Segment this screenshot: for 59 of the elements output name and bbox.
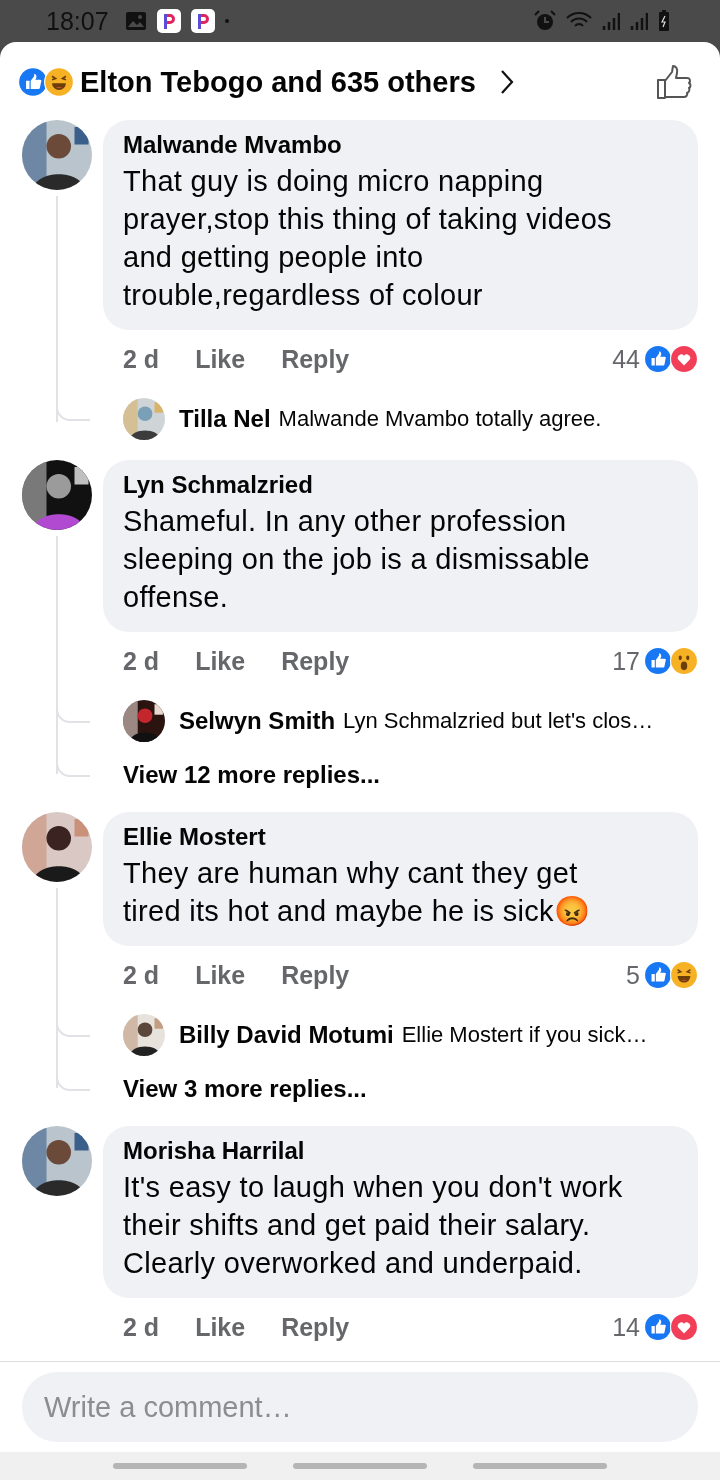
like-link[interactable]: Like [195, 646, 246, 676]
app-icon [156, 9, 181, 33]
comment-input-field[interactable]: Write a comment… [22, 1372, 698, 1442]
signal-icon [602, 11, 620, 31]
reply-link[interactable]: Reply [281, 960, 350, 990]
comment-time: 2 d [123, 1312, 160, 1342]
reply-text: Ellie Mostert if you sick… [401, 1022, 648, 1048]
comment-author[interactable]: Malwande Mvambo [123, 128, 638, 162]
like-reaction-icon [18, 67, 48, 97]
comment-author[interactable]: Morisha Harrilal [123, 1134, 638, 1168]
clock: 18:07 [46, 6, 109, 36]
nav-handle[interactable] [293, 1463, 427, 1469]
alarm-icon [534, 10, 556, 32]
reply-author[interactable]: Tilla Nel [179, 405, 271, 433]
view-more-replies-link[interactable]: View 3 more replies... [123, 1075, 367, 1103]
like-link[interactable]: Like [195, 1312, 246, 1342]
reaction-count[interactable]: 5 [626, 960, 640, 990]
reply-text: Malwande Mvambo totally agree. [278, 406, 602, 432]
nav-handle[interactable] [473, 1463, 607, 1469]
heart-reaction-icon [670, 1313, 698, 1341]
laughing-reaction-icon [670, 961, 698, 989]
heart-reaction-icon [670, 345, 698, 373]
reply-link[interactable]: Reply [281, 1312, 350, 1342]
reply-link[interactable]: Reply [281, 344, 350, 374]
like-reaction-icon [644, 961, 672, 989]
comment-text: Shameful. In any other profession sleeping on the job is a dismissable offense. [123, 504, 591, 615]
comment-text: It's easy to laugh when you don't work their shifts and get paid their salary. Clearly overworked and underpaid. [123, 1170, 624, 1281]
reply-author[interactable]: Selwyn Smith [179, 707, 336, 735]
like-link[interactable]: Like [195, 344, 246, 374]
surprised-reaction-icon [670, 647, 698, 675]
like-link[interactable]: Like [195, 960, 246, 990]
like-reaction-icon [644, 647, 672, 675]
comment-time: 2 d [123, 344, 160, 374]
reaction-count[interactable]: 17 [612, 646, 640, 676]
reaction-count[interactable]: 14 [612, 1312, 640, 1342]
comment-author[interactable]: Ellie Mostert [123, 820, 638, 854]
chevron-right-icon [499, 69, 514, 95]
like-reaction-icon [644, 345, 672, 373]
reaction-count[interactable]: 44 [612, 344, 640, 374]
battery-icon [658, 10, 670, 32]
reply-link[interactable]: Reply [281, 646, 350, 676]
comment-text: They are human why cant they get tired its hot and maybe he is sick😡 [123, 856, 592, 929]
like-reaction-icon [644, 1313, 672, 1341]
gallery-icon [124, 11, 147, 31]
reactions-header[interactable]: Elton Tebogo and 635 others [0, 42, 720, 114]
view-more-replies-link[interactable]: View 12 more replies... [123, 761, 381, 789]
comment-text: That guy is doing micro napping prayer,stop this thing of taking videos and getting people into trouble,regardless of colour [123, 164, 613, 313]
nav-handle[interactable] [113, 1463, 247, 1469]
app-icon [190, 9, 215, 33]
like-icon[interactable] [656, 64, 692, 100]
signal-icon [630, 11, 648, 31]
reply-text: Lyn Schmalzried but let's clos… [343, 708, 654, 734]
reactions-summary[interactable]: Elton Tebogo and 635 others [80, 65, 476, 99]
comment-time: 2 d [123, 646, 160, 676]
comment-time: 2 d [123, 960, 160, 990]
dot-icon [224, 19, 229, 23]
laughing-reaction-icon [44, 67, 74, 97]
comment-author[interactable]: Lyn Schmalzried [123, 468, 638, 502]
reply-author[interactable]: Billy David Motumi [179, 1021, 394, 1049]
